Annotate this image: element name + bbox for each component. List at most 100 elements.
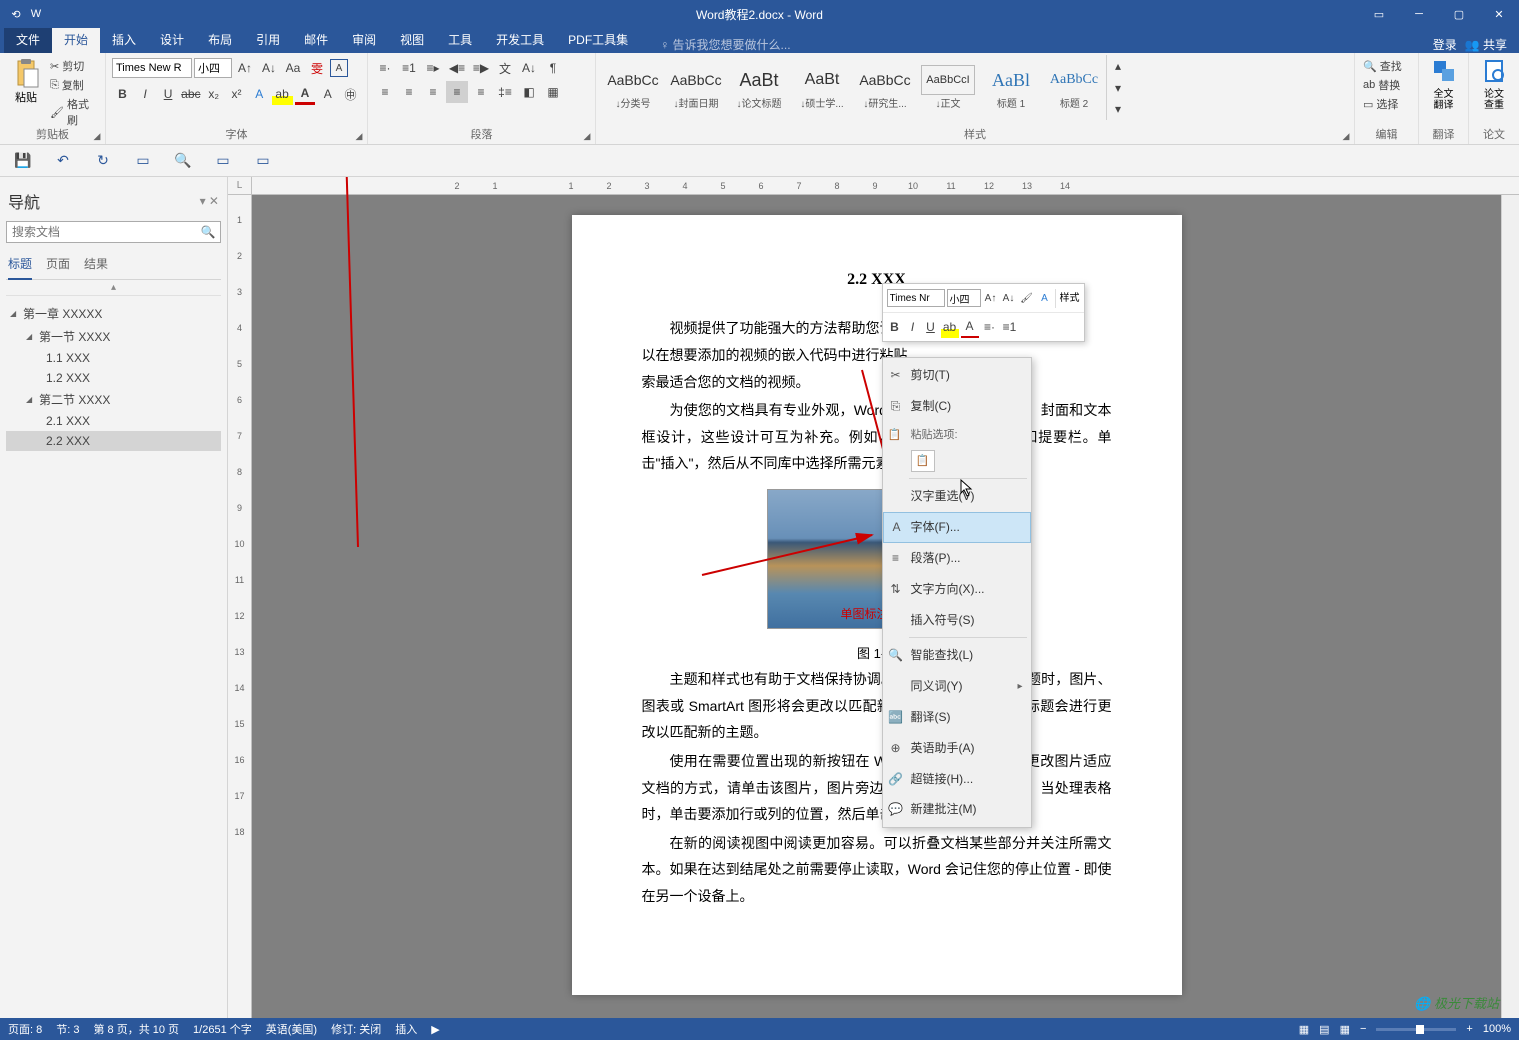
highlight-icon[interactable]: ab (272, 83, 293, 105)
mini-grow-icon[interactable]: A↑ (983, 287, 999, 309)
show-marks-icon[interactable]: ¶ (542, 57, 564, 79)
phonetic-guide-icon[interactable]: 雯 (306, 57, 328, 79)
qat-icon-6[interactable]: ▭ (212, 150, 234, 172)
enclose-char-icon[interactable]: ㊥ (340, 83, 361, 105)
qat-icon-5[interactable]: 🔍 (172, 150, 194, 172)
close-button[interactable]: ✕ (1479, 0, 1519, 28)
font-color-icon[interactable]: A (295, 83, 316, 105)
nav-tab-pages[interactable]: 页面 (46, 251, 70, 279)
align-left-icon[interactable]: ≡ (374, 81, 396, 103)
tab-view[interactable]: 视图 (388, 26, 436, 53)
paragraph-launcher[interactable]: ◢ (581, 130, 593, 142)
ctx-english-assist[interactable]: ⊕英语助手(A) (883, 733, 1031, 764)
maximize-button[interactable]: ▢ (1439, 0, 1479, 28)
ctx-copy[interactable]: ⎘复制(C) (883, 391, 1031, 422)
tab-references[interactable]: 引用 (244, 26, 292, 53)
borders-icon[interactable]: ▦ (542, 81, 564, 103)
line-spacing-icon[interactable]: ‡≡ (494, 81, 516, 103)
superscript-icon[interactable]: x² (226, 83, 247, 105)
style-item[interactable]: AaBbCc↓封面日期 (665, 55, 727, 120)
vertical-ruler[interactable]: 123456789101112131415161718 (228, 195, 252, 1018)
view-print-icon[interactable]: ▤ (1319, 1023, 1329, 1036)
copy-button[interactable]: ⎘ 复制 (48, 76, 99, 94)
status-page-of[interactable]: 第 8 页，共 10 页 (93, 1021, 179, 1037)
mini-highlight-icon[interactable]: ab (941, 316, 959, 338)
status-track[interactable]: 修订: 关闭 (331, 1021, 381, 1037)
increase-indent-icon[interactable]: ≡▶ (470, 57, 492, 79)
nav-expand-all[interactable]: ▴ (6, 280, 221, 296)
tab-file[interactable]: 文件 (4, 26, 52, 53)
styles-more[interactable]: ▾ (1107, 98, 1129, 120)
clipboard-launcher[interactable]: ◢ (91, 130, 103, 142)
ctx-cut[interactable]: ✂剪切(T) (883, 360, 1031, 391)
tab-review[interactable]: 审阅 (340, 26, 388, 53)
mini-numbering-icon[interactable]: ≡1 (1001, 316, 1019, 338)
nav-tree-item[interactable]: 1.1 XXX (6, 348, 221, 368)
style-item[interactable]: AaBt↓硕士学... (791, 55, 853, 120)
nav-search-input[interactable] (7, 222, 196, 242)
select-button[interactable]: ▭ 选择 (1361, 95, 1412, 113)
ctx-insert-symbol[interactable]: 插入符号(S) (883, 605, 1031, 636)
find-button[interactable]: 🔍 查找 (1361, 57, 1412, 75)
nav-tree-item[interactable]: ◢第二节 XXXX (6, 388, 221, 411)
change-case-icon[interactable]: Aa (282, 57, 304, 79)
zoom-level[interactable]: 100% (1483, 1023, 1511, 1035)
style-item[interactable]: AaBbCc↓研究生... (854, 55, 916, 120)
cut-button[interactable]: ✂ 剪切 (48, 57, 99, 75)
view-web-icon[interactable]: ▦ (1340, 1023, 1350, 1036)
bullets-icon[interactable]: ≡· (374, 57, 396, 79)
tab-pdf[interactable]: PDF工具集 (556, 26, 640, 53)
mini-italic-icon[interactable]: I (905, 316, 921, 338)
underline-icon[interactable]: U (158, 83, 179, 105)
tab-developer[interactable]: 开发工具 (484, 26, 556, 53)
paste-keep-source[interactable]: 📋 (911, 450, 935, 472)
ctx-new-comment[interactable]: 💬新建批注(M) (883, 794, 1031, 825)
zoom-out-icon[interactable]: − (1360, 1023, 1366, 1035)
sort-icon[interactable]: A↓ (518, 57, 540, 79)
document-page[interactable]: 2.2 XXX 视频提供了功能强大的方法帮助您证明您的观点。当您单以在想要添加的… (572, 215, 1182, 995)
ctx-smart-lookup[interactable]: 🔍智能查找(L) (883, 640, 1031, 671)
nav-tree-item[interactable]: 1.2 XXX (6, 368, 221, 388)
ctx-paragraph[interactable]: ≡段落(P)... (883, 543, 1031, 574)
status-section[interactable]: 节: 3 (56, 1021, 79, 1037)
char-shading-icon[interactable]: A (317, 83, 338, 105)
status-lang[interactable]: 英语(美国) (266, 1021, 317, 1037)
tab-home[interactable]: 开始 (52, 26, 100, 53)
style-item[interactable]: AaBbCc标题 2 (1043, 55, 1105, 120)
font-launcher[interactable]: ◢ (353, 130, 365, 142)
tab-tools[interactable]: 工具 (436, 26, 484, 53)
login-button[interactable]: 登录 (1433, 36, 1457, 53)
mini-underline-icon[interactable]: U (923, 316, 939, 338)
style-item[interactable]: AaBt↓论文标题 (728, 55, 790, 120)
nav-tree-item[interactable]: ◢第一节 XXXX (6, 325, 221, 348)
grow-font-icon[interactable]: A↑ (234, 57, 256, 79)
status-words[interactable]: 1/2651 个字 (193, 1021, 252, 1037)
numbering-icon[interactable]: ≡1 (398, 57, 420, 79)
distribute-icon[interactable]: ≡ (470, 81, 492, 103)
status-insert[interactable]: 插入 (395, 1021, 417, 1037)
ribbon-display-icon[interactable]: ▭ (1359, 0, 1399, 28)
status-macro-icon[interactable]: ▶ (431, 1023, 439, 1036)
view-read-icon[interactable]: ▦ (1299, 1023, 1309, 1036)
tab-layout[interactable]: 布局 (196, 26, 244, 53)
strikethrough-icon[interactable]: abc (180, 83, 201, 105)
qat-undo-icon[interactable]: ↶ (52, 150, 74, 172)
nav-tree-item[interactable]: ◢第一章 XXXXX (6, 302, 221, 325)
shading-icon[interactable]: ◧ (518, 81, 540, 103)
search-icon[interactable]: 🔍 (196, 222, 220, 242)
styles-scroll-down[interactable]: ▾ (1107, 77, 1129, 99)
decrease-indent-icon[interactable]: ◀≡ (446, 57, 468, 79)
styles-launcher[interactable]: ◢ (1340, 130, 1352, 142)
italic-icon[interactable]: I (135, 83, 156, 105)
char-border-icon[interactable]: A (330, 59, 348, 77)
ctx-text-direction[interactable]: ⇅文字方向(X)... (883, 574, 1031, 605)
style-item[interactable]: AaBbCcI↓正文 (917, 55, 979, 120)
horizontal-ruler[interactable]: 211234567891011121314 (252, 177, 1519, 195)
ctx-synonyms[interactable]: 同义词(Y)▸ (883, 671, 1031, 702)
font-size-combo[interactable] (194, 58, 232, 78)
align-center-icon[interactable]: ≡ (398, 81, 420, 103)
nav-tab-results[interactable]: 结果 (84, 251, 108, 279)
mini-bullets-icon[interactable]: ≡· (981, 316, 999, 338)
mini-styles-label[interactable]: 样式 (1055, 289, 1080, 308)
mini-styles-icon[interactable]: A (1037, 287, 1053, 309)
